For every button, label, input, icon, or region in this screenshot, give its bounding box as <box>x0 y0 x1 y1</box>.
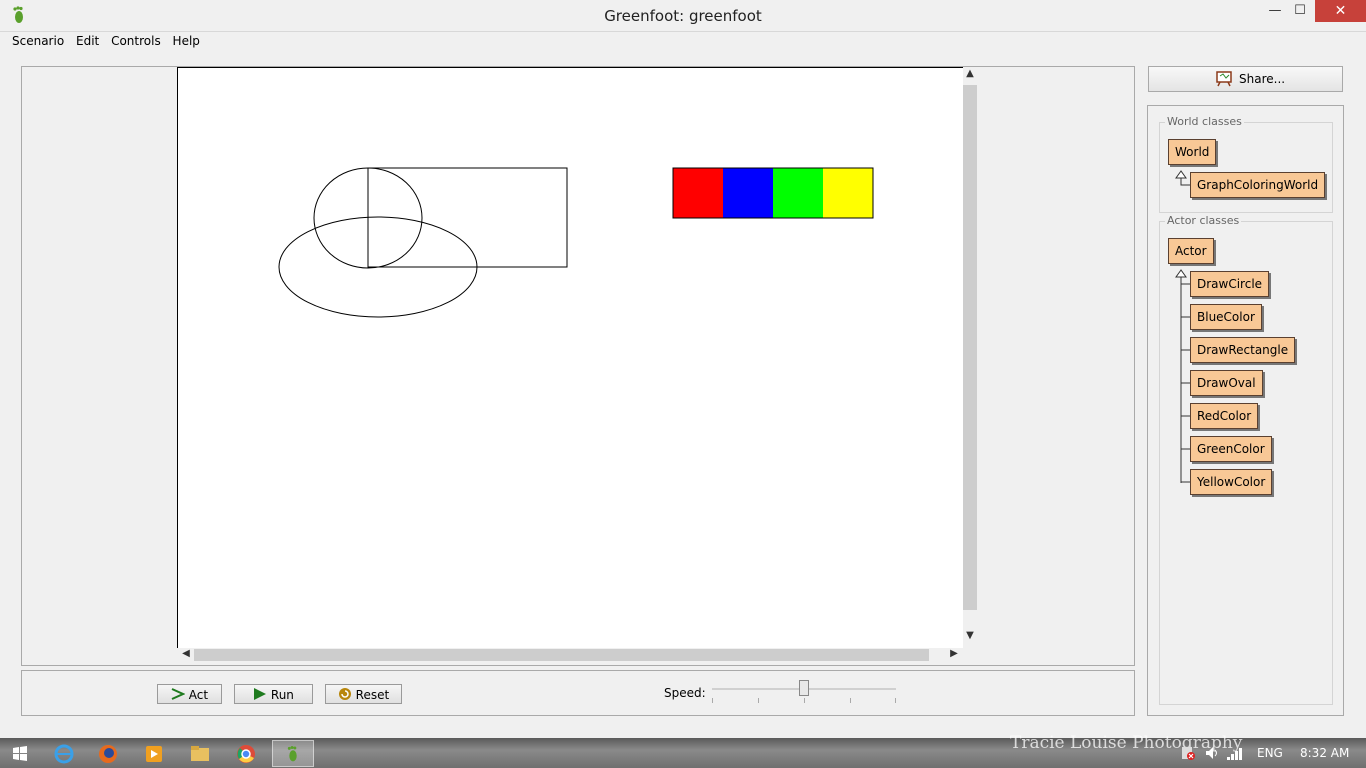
blue-color-actor <box>723 168 773 218</box>
world-canvas[interactable] <box>177 67 963 648</box>
run-label: Run <box>270 688 294 702</box>
class-yellowcolor[interactable]: YellowColor <box>1190 469 1273 495</box>
chrome-icon[interactable] <box>226 740 266 767</box>
class-drawoval[interactable]: DrawOval <box>1190 370 1263 396</box>
slider-tick <box>758 698 759 703</box>
run-button[interactable]: Run <box>234 684 313 704</box>
start-icon[interactable] <box>0 740 40 767</box>
menu-bar: Scenario Edit Controls Help <box>8 32 1358 52</box>
actor-classes-label: Actor classes <box>1165 214 1242 227</box>
clock[interactable]: 8:32 AM <box>1300 746 1349 760</box>
scroll-left-icon[interactable]: ◀ <box>178 648 194 659</box>
slider-tick <box>895 698 896 703</box>
internet-explorer-icon[interactable] <box>44 740 84 767</box>
scroll-up-icon[interactable]: ▲ <box>962 68 978 79</box>
scroll-down-icon[interactable]: ▼ <box>962 630 978 641</box>
horizontal-scroll-thumb[interactable] <box>194 649 929 661</box>
reset-label: Reset <box>355 688 390 702</box>
yellow-color-actor <box>823 168 873 218</box>
execution-controls: Act Run Reset Speed: <box>21 670 1135 716</box>
language-indicator[interactable]: ENG <box>1257 746 1283 760</box>
volume-icon[interactable] <box>1204 745 1220 761</box>
world-drawing <box>278 167 874 318</box>
menu-edit[interactable]: Edit <box>72 32 103 50</box>
vertical-scroll-thumb[interactable] <box>963 85 977 610</box>
maximize-button[interactable]: ☐ <box>1285 0 1315 22</box>
firefox-icon[interactable] <box>88 740 128 767</box>
close-button[interactable]: ✕ <box>1315 0 1366 22</box>
speed-slider-thumb[interactable] <box>799 680 809 696</box>
media-player-icon[interactable] <box>134 740 174 767</box>
reset-icon <box>338 688 351 700</box>
menu-controls[interactable]: Controls <box>107 32 165 50</box>
speed-label: Speed: <box>664 686 706 700</box>
class-greencolor[interactable]: GreenColor <box>1190 436 1272 462</box>
wifi-signal-icon[interactable] <box>1226 745 1246 761</box>
act-icon <box>171 688 186 700</box>
class-browser-panel: World classes Actor classes World GraphC… <box>1147 105 1344 716</box>
inheritance-tree-icon <box>1175 269 1190 483</box>
greenfoot-taskbar-icon[interactable] <box>272 740 314 767</box>
taskbar: Tracie Louise Photography ENG 8:32 AM <box>0 733 1366 768</box>
class-world[interactable]: World <box>1168 139 1217 165</box>
class-drawrectangle[interactable]: DrawRectangle <box>1190 337 1296 363</box>
run-icon <box>254 688 267 700</box>
class-drawcircle[interactable]: DrawCircle <box>1190 271 1270 297</box>
class-actor[interactable]: Actor <box>1168 238 1214 264</box>
inheritance-arrow-icon <box>1175 170 1190 186</box>
world-classes-group: World classes <box>1159 115 1333 213</box>
share-label: Share... <box>1239 72 1286 86</box>
vertical-scrollbar[interactable]: ▲ ▼ <box>962 68 978 646</box>
reset-button[interactable]: Reset <box>325 684 402 704</box>
title-bar: Greenfoot: greenfoot — ☐ ✕ <box>0 0 1366 32</box>
class-bluecolor[interactable]: BlueColor <box>1190 304 1262 330</box>
class-graphcoloringworld[interactable]: GraphColoringWorld <box>1190 172 1326 198</box>
menu-help[interactable]: Help <box>169 32 204 50</box>
world-classes-label: World classes <box>1165 115 1244 128</box>
act-label: Act <box>188 688 209 702</box>
slider-tick <box>850 698 851 703</box>
menu-scenario[interactable]: Scenario <box>8 32 68 50</box>
slider-tick <box>804 698 805 703</box>
easel-icon <box>1216 71 1232 87</box>
red-color-actor <box>673 168 723 218</box>
slider-tick <box>712 698 713 703</box>
green-color-actor <box>773 168 823 218</box>
class-redcolor[interactable]: RedColor <box>1190 403 1259 429</box>
window-title: Greenfoot: greenfoot <box>604 7 762 25</box>
horizontal-scrollbar[interactable]: ◀ ▶ <box>178 647 962 663</box>
scroll-right-icon[interactable]: ▶ <box>946 648 962 659</box>
file-explorer-icon[interactable] <box>180 740 220 767</box>
act-button[interactable]: Act <box>157 684 222 704</box>
network-error-icon[interactable] <box>1180 745 1196 761</box>
share-button[interactable]: Share... <box>1148 66 1343 92</box>
